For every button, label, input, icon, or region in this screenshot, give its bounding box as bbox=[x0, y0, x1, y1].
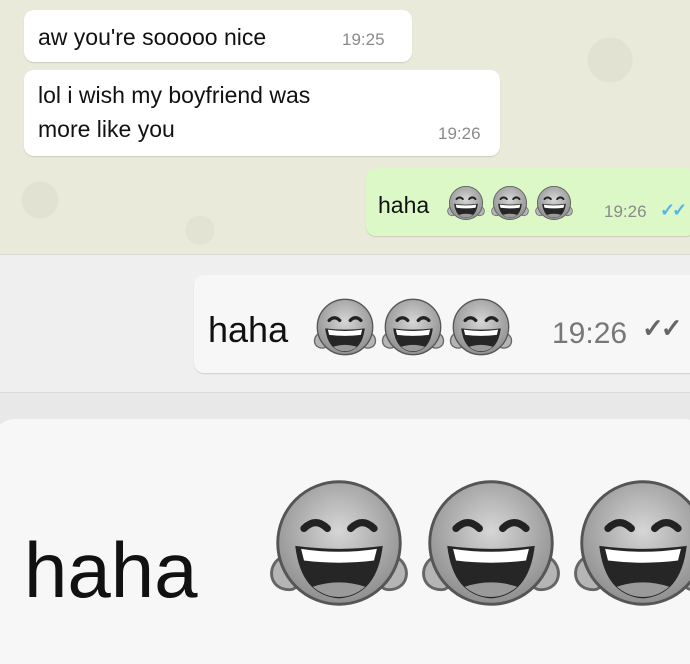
message-bubble-zoomed[interactable]: haha bbox=[0, 419, 690, 664]
zoom-panel-2: haha bbox=[0, 393, 690, 664]
message-time: 19:25 bbox=[342, 30, 385, 49]
tears-of-joy-icon bbox=[490, 184, 530, 222]
message-time: 19:26 bbox=[604, 202, 647, 221]
message-text: aw you're sooooo nice bbox=[38, 24, 267, 50]
message-text: haha bbox=[208, 309, 289, 350]
double-check-icon: ✓✓ bbox=[642, 313, 683, 343]
zoom-panel-1: haha 19:26 ✓✓ bbox=[0, 255, 690, 393]
message-text-line: lol i wish my boyfriend was bbox=[38, 82, 311, 108]
message-text: haha bbox=[24, 526, 198, 614]
message-text: haha bbox=[378, 192, 430, 218]
message-time: 19:26 bbox=[552, 317, 628, 350]
tears-of-joy-icon bbox=[380, 295, 446, 359]
tears-of-joy-icon bbox=[266, 473, 412, 613]
message-bubble-incoming[interactable]: aw you're sooooo nice 19:25 bbox=[24, 10, 412, 62]
double-check-icon: ✓✓ bbox=[660, 200, 687, 220]
message-bubble-incoming[interactable]: lol i wish my boyfriend was more like yo… bbox=[24, 70, 500, 156]
message-time: 19:26 bbox=[438, 124, 481, 143]
tears-of-joy-icon bbox=[312, 295, 378, 359]
message-bubble-zoomed[interactable]: haha 19:26 ✓✓ bbox=[194, 275, 690, 373]
tears-of-joy-icon bbox=[446, 184, 486, 222]
tears-of-joy-icon bbox=[448, 295, 514, 359]
chat-panel: aw you're sooooo nice 19:25 lol i wish m… bbox=[0, 0, 690, 255]
tears-of-joy-icon bbox=[570, 473, 690, 613]
tears-of-joy-icon bbox=[418, 473, 564, 613]
message-bubble-outgoing[interactable]: haha 19:26 ✓✓ bbox=[366, 168, 690, 236]
message-text-line: more like you bbox=[38, 116, 175, 142]
tears-of-joy-icon bbox=[534, 184, 574, 222]
